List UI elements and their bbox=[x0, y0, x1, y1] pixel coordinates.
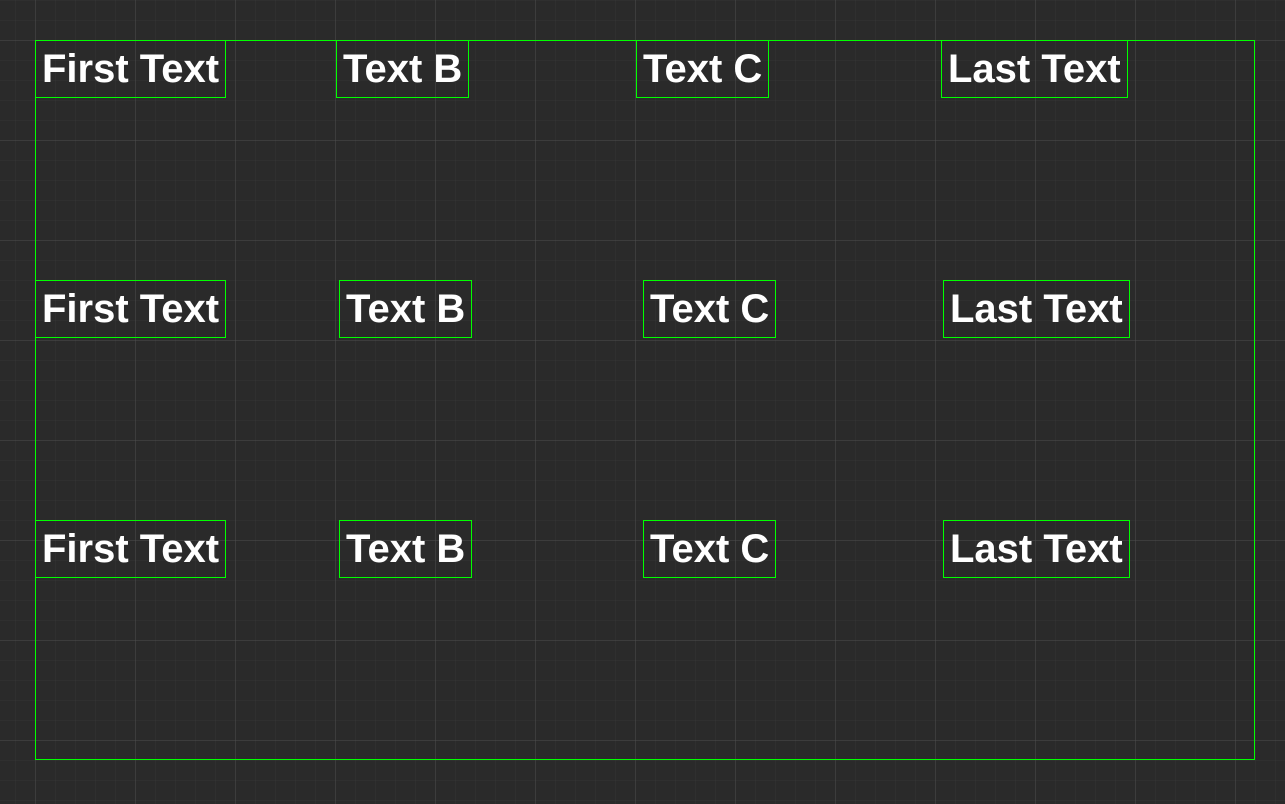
text-label-c: Text C bbox=[643, 280, 776, 338]
text-label-last: Last Text bbox=[943, 520, 1130, 578]
text-label-c: Text C bbox=[643, 520, 776, 578]
text-label-first: First Text bbox=[35, 520, 226, 578]
text-label-b: Text B bbox=[339, 280, 472, 338]
text-label-b: Text B bbox=[339, 520, 472, 578]
layout-row: First Text Text B Text C Last Text bbox=[36, 281, 1254, 341]
text-label-last: Last Text bbox=[943, 280, 1130, 338]
text-label-last: Last Text bbox=[941, 40, 1128, 98]
layout-container: First Text Text B Text C Last Text First… bbox=[35, 40, 1255, 760]
layout-row: First Text Text B Text C Last Text bbox=[36, 521, 1254, 581]
text-label-first: First Text bbox=[35, 280, 226, 338]
text-label-first: First Text bbox=[35, 40, 226, 98]
text-label-c: Text C bbox=[636, 40, 769, 98]
text-label-b: Text B bbox=[336, 40, 469, 98]
layout-row: First Text Text B Text C Last Text bbox=[36, 41, 1254, 101]
